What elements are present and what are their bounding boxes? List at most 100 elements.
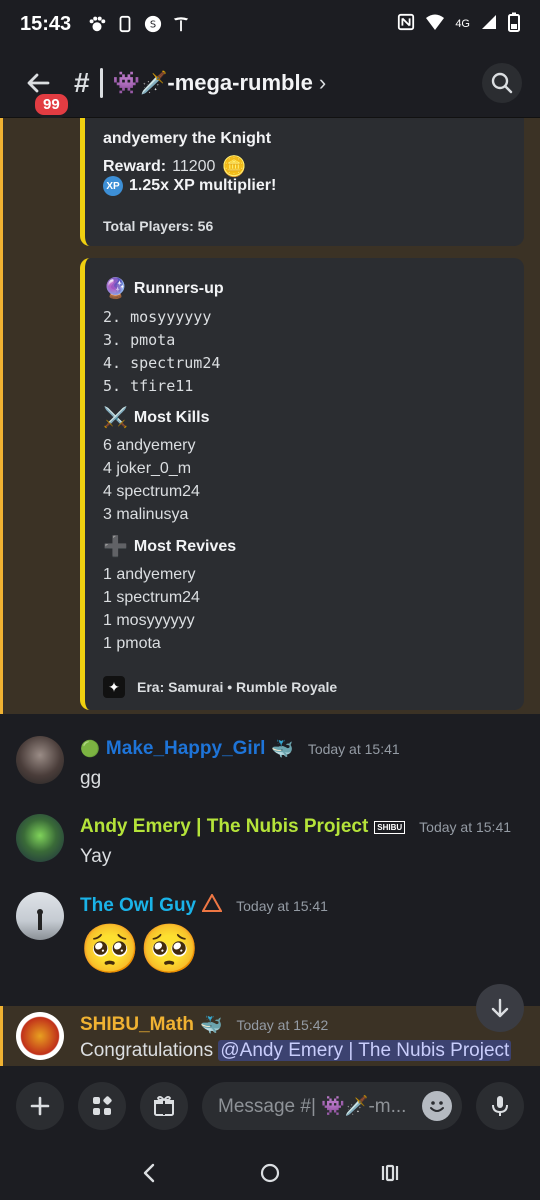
message-header: SHIBU_Math 🐳 Today at 15:42 <box>80 1014 328 1036</box>
status-bar: 15:43 S 4G <box>0 0 540 48</box>
timestamp: Today at 15:41 <box>419 819 512 835</box>
timestamp: Today at 15:41 <box>236 898 328 914</box>
battery-icon <box>508 12 520 37</box>
scroll-to-bottom-button[interactable] <box>476 984 524 1032</box>
message-text: Congratulations @Andy Emery | The Nubis … <box>80 1040 512 1062</box>
plus-sparkle-icon: ➕ <box>103 536 128 558</box>
message-header: 🟢 Make_Happy_Girl 🐳 Today at 15:41 <box>80 738 400 760</box>
list-item: 1 pmota <box>103 635 161 652</box>
unread-badge: 99 <box>32 90 71 118</box>
channel-hash-icon: # <box>74 66 90 98</box>
voice-message-button[interactable] <box>476 1082 524 1130</box>
microphone-icon <box>492 1096 508 1116</box>
crystal-ball-icon: 🔮 <box>103 278 128 300</box>
total-players: Total Players: 56 <box>103 218 214 234</box>
svg-text:S: S <box>150 20 156 31</box>
message-text: gg <box>80 768 102 789</box>
most-revives-title: Most Revives <box>133 537 237 555</box>
runners-up-title: Runners-up <box>133 279 224 297</box>
username[interactable]: The Owl Guy <box>80 895 196 917</box>
avatar[interactable] <box>16 892 64 940</box>
stats-embed: 🔮 Runners-up 2. mosyyyyyy 3. pmota 4. sp… <box>80 258 524 710</box>
message-text: Yay <box>80 846 112 867</box>
whale-badge-icon: 🐳 <box>200 1014 223 1035</box>
message[interactable]: SHIBU_Math 🐳 Today at 15:42 Congratulati… <box>0 1006 540 1066</box>
timestamp: Today at 15:42 <box>236 1017 329 1033</box>
reward-value: 11200 <box>172 157 216 175</box>
message[interactable]: 🟢 Make_Happy_Girl 🐳 Today at 15:41 gg <box>0 732 540 796</box>
list-item: 3 malinusya <box>103 506 189 523</box>
smiley-icon <box>430 1101 444 1112</box>
gift-button[interactable] <box>140 1082 188 1130</box>
list-item: 6 andyemery <box>103 437 196 454</box>
plus-icon <box>30 1096 50 1116</box>
avatar[interactable] <box>16 814 64 862</box>
winner-text: andyemery the Knight <box>103 130 272 147</box>
back-button[interactable]: 99 <box>18 63 71 118</box>
search-button[interactable] <box>482 62 522 103</box>
list-item: 4 joker_0_m <box>103 460 192 477</box>
nfc-icon <box>397 13 415 36</box>
list-item: 1 mosyyyyyy <box>103 612 195 629</box>
user-mention[interactable]: @Andy Emery | The Nubis Project <box>218 1040 512 1061</box>
most-revives-header: ➕ Most Revives <box>103 534 236 559</box>
message-header: Andy Emery | The Nubis Project SHIBU Tod… <box>80 816 511 838</box>
channel-divider <box>99 67 103 98</box>
status-dot-icon: 🟢 <box>80 741 100 758</box>
network-type: 4G <box>455 18 470 30</box>
apps-icon <box>93 1096 112 1115</box>
list-item: 4 spectrum24 <box>103 483 200 500</box>
avatar[interactable] <box>16 1012 64 1060</box>
status-time: 15:43 <box>20 12 72 35</box>
timestamp: Today at 15:41 <box>307 741 400 757</box>
channel-name[interactable]: 👾🗡️-mega-rumble <box>113 70 313 96</box>
system-nav-bar <box>0 1146 540 1200</box>
reward-label: Reward: <box>103 157 167 175</box>
shibu-badge-icon: SHIBU <box>374 820 406 834</box>
message-placeholder: Message #| 👾🗡️-m... <box>218 1096 407 1117</box>
signal-icon <box>480 13 498 36</box>
most-kills-title: Most Kills <box>133 408 210 426</box>
triangle-badge-icon <box>201 892 223 918</box>
add-attachment-button[interactable] <box>16 1082 64 1130</box>
list-item: 1 andyemery <box>103 566 196 583</box>
emoji-message: 🥺🥺 <box>80 923 200 976</box>
winner-line: andyemery the Knight <box>103 130 271 148</box>
xp-line: XP 1.25x XP multiplier! <box>103 176 276 196</box>
list-item: 4. spectrum24 <box>103 354 221 372</box>
message[interactable]: The Owl Guy Today at 15:41 🥺🥺 <box>0 888 540 988</box>
nav-back-button[interactable] <box>130 1153 170 1193</box>
apps-button[interactable] <box>78 1082 126 1130</box>
list-item: 5. tfire11 <box>103 377 194 395</box>
arrow-down-icon <box>491 998 509 1018</box>
sparkle-icon: ✦ <box>103 676 125 698</box>
message-input[interactable]: Message #| 👾🗡️-m... <box>202 1082 462 1130</box>
message-text-before: Congratulations <box>80 1040 219 1061</box>
runners-up-header: 🔮 Runners-up <box>103 276 224 301</box>
phone-icon <box>115 14 135 34</box>
nav-recents-button[interactable] <box>370 1153 410 1193</box>
emoji-picker-button[interactable] <box>422 1091 452 1121</box>
username[interactable]: Andy Emery | The Nubis Project <box>80 816 368 838</box>
crossed-swords-icon: ⚔️ <box>103 407 128 429</box>
shazam-icon: S <box>143 14 163 34</box>
nav-home-button[interactable] <box>250 1153 290 1193</box>
wifi-icon <box>425 13 445 36</box>
message[interactable]: Andy Emery | The Nubis Project SHIBU Tod… <box>0 810 540 874</box>
highlight-bar <box>0 118 3 714</box>
chevron-right-icon[interactable]: › <box>319 70 326 96</box>
xp-text: 1.25x XP multiplier! <box>129 177 277 194</box>
embed-footer: ✦ Era: Samurai • Rumble Royale <box>103 676 337 698</box>
chevron-left-icon <box>143 1163 155 1183</box>
xp-icon: XP <box>103 176 123 196</box>
list-item: 3. pmota <box>103 331 176 349</box>
avatar[interactable] <box>16 736 64 784</box>
username[interactable]: SHIBU_Math <box>80 1014 194 1036</box>
list-item: 2. mosyyyyyy <box>103 308 212 326</box>
message-header: The Owl Guy Today at 15:41 <box>80 892 328 918</box>
tesla-icon <box>171 14 191 34</box>
home-circle-icon <box>260 1163 280 1183</box>
message-list[interactable]: andyemery the Knight Reward: 11200 🪙 XP … <box>0 118 540 1066</box>
username[interactable]: Make_Happy_Girl <box>106 738 265 760</box>
gift-icon <box>154 1095 174 1116</box>
